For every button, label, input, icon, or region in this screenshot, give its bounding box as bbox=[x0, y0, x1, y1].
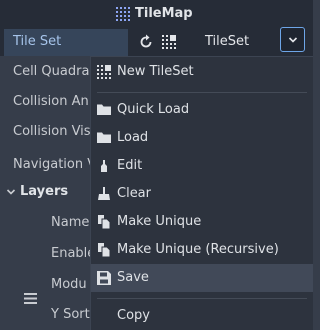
menu-item-save[interactable]: Save bbox=[91, 264, 313, 292]
tileset-icon bbox=[97, 65, 111, 79]
menu-item-label: Copy bbox=[117, 308, 150, 323]
broom-icon bbox=[98, 187, 110, 200]
layer-property-y-sort[interactable]: Y Sort bbox=[51, 307, 90, 322]
drag-handle-icon[interactable] bbox=[24, 293, 37, 304]
chevron-down-icon bbox=[6, 188, 16, 195]
menu-item-copy[interactable]: Copy bbox=[91, 302, 313, 330]
menu-separator bbox=[97, 92, 307, 93]
menu-item-label: Make Unique (Recursive) bbox=[117, 242, 279, 257]
duplicate-icon bbox=[98, 243, 111, 257]
tilemap-icon bbox=[116, 6, 130, 21]
save-icon bbox=[97, 271, 111, 285]
header-title-group: TileMap bbox=[116, 6, 193, 21]
property-cell-quadrant[interactable]: Cell Quadra bbox=[13, 64, 89, 79]
menu-item-label: Load bbox=[117, 130, 149, 145]
menu-item-label: Make Unique bbox=[117, 214, 202, 229]
revert-icon[interactable] bbox=[137, 33, 155, 51]
tileset-label: Tile Set bbox=[13, 34, 62, 49]
menu-item-quick-load[interactable]: Quick Load bbox=[91, 96, 313, 124]
layer-property-enabled[interactable]: Enable bbox=[51, 246, 95, 261]
tileset-icon bbox=[162, 35, 176, 49]
layer-property-name[interactable]: Name bbox=[51, 215, 89, 230]
edit-icon bbox=[101, 160, 107, 172]
duplicate-icon bbox=[98, 215, 111, 229]
tileset-dropdown-button[interactable] bbox=[280, 27, 305, 52]
folder-icon bbox=[97, 132, 111, 143]
menu-item-label: New TileSet bbox=[117, 64, 194, 79]
property-collision-visibility[interactable]: Collision Vis bbox=[13, 124, 91, 139]
tileset-context-menu: New TileSet Quick Load Load Edit Clear M… bbox=[90, 56, 313, 330]
property-collision-animatable[interactable]: Collision An bbox=[13, 94, 89, 109]
layer-property-modulate[interactable]: Modu bbox=[51, 277, 87, 292]
menu-item-label: Save bbox=[117, 270, 149, 285]
chevron-down-icon bbox=[288, 37, 298, 43]
menu-item-make-unique-recursive[interactable]: Make Unique (Recursive) bbox=[91, 236, 313, 264]
menu-item-new-tileset[interactable]: New TileSet bbox=[91, 58, 313, 86]
tileset-label-cell: Tile Set bbox=[4, 29, 128, 56]
menu-item-make-unique[interactable]: Make Unique bbox=[91, 208, 313, 236]
menu-item-label: Quick Load bbox=[117, 102, 190, 117]
menu-item-label: Clear bbox=[117, 186, 151, 201]
tileset-value: TileSet bbox=[205, 34, 250, 49]
tileset-property-row: Tile Set TileSet bbox=[0, 29, 313, 56]
inspector-header: TileMap bbox=[0, 0, 313, 29]
tileset-resource-picker[interactable]: TileSet bbox=[160, 31, 278, 54]
menu-item-label: Edit bbox=[117, 158, 143, 173]
property-navigation-visibility[interactable]: Navigation V bbox=[13, 157, 96, 172]
menu-separator bbox=[97, 298, 307, 299]
header-title: TileMap bbox=[135, 6, 193, 21]
menu-item-load[interactable]: Load bbox=[91, 124, 313, 152]
folder-icon bbox=[97, 104, 111, 115]
menu-item-clear[interactable]: Clear bbox=[91, 180, 313, 208]
layers-label: Layers bbox=[20, 184, 69, 199]
layers-section-header[interactable]: Layers bbox=[6, 184, 68, 199]
menu-item-edit[interactable]: Edit bbox=[91, 152, 313, 180]
